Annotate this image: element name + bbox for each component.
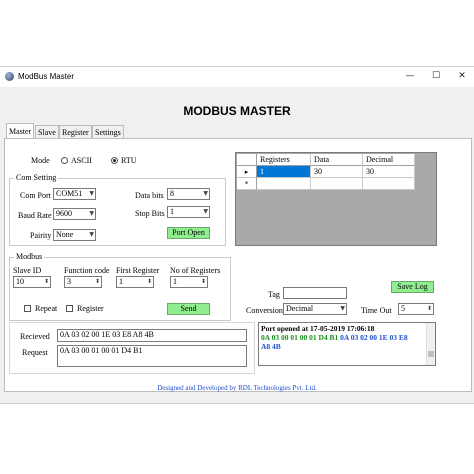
footer-credit: Designed and Developed by RDL Technologi… bbox=[157, 384, 317, 392]
pairity-select[interactable]: None ▼ bbox=[53, 229, 96, 241]
window-title: ModBus Master bbox=[18, 72, 75, 81]
scrollbar-thumb[interactable] bbox=[428, 351, 434, 357]
register-label: Register bbox=[77, 304, 104, 313]
recieved-field[interactable]: 0A 03 02 00 1E 03 E8 A8 4B bbox=[57, 329, 247, 342]
chevron-down-icon: ▼ bbox=[203, 208, 208, 215]
request-label: Request bbox=[22, 348, 48, 357]
conversion-select[interactable]: Decimal ▼ bbox=[283, 303, 347, 315]
new-row-cell[interactable] bbox=[363, 178, 415, 190]
spinner-icon: ⬍ bbox=[94, 278, 100, 285]
rtu-radio[interactable] bbox=[111, 157, 118, 164]
stop-bits-label: Stop Bits bbox=[135, 209, 165, 218]
time-out-label: Time Out bbox=[361, 306, 392, 315]
spinner-icon: ⬍ bbox=[43, 278, 49, 285]
new-row-cell[interactable] bbox=[257, 178, 311, 190]
conversion-label: Conversion bbox=[246, 306, 283, 315]
recieved-label: Recieved bbox=[20, 332, 50, 341]
port-open-button[interactable]: Port Open bbox=[167, 227, 210, 239]
slave-id-stepper[interactable]: 10 ⬍ bbox=[13, 276, 51, 288]
table-cell-decimal[interactable]: 30 bbox=[363, 166, 415, 178]
close-icon[interactable]: ✕ bbox=[452, 69, 472, 83]
page-title: MODBUS MASTER bbox=[183, 104, 291, 118]
first-register-stepper[interactable]: 1 ⬍ bbox=[116, 276, 154, 288]
tag-input[interactable] bbox=[283, 287, 347, 299]
ascii-radio[interactable] bbox=[61, 157, 68, 164]
modbus-title: Modbus bbox=[14, 252, 45, 261]
new-row-cell[interactable] bbox=[311, 178, 363, 190]
chevron-down-icon: ▼ bbox=[89, 190, 94, 197]
chevron-down-icon: ▼ bbox=[89, 210, 94, 217]
stop-bits-select[interactable]: 1 ▼ bbox=[167, 206, 210, 218]
column-header-data[interactable]: Data bbox=[311, 154, 363, 166]
repeat-checkbox[interactable] bbox=[24, 305, 31, 312]
spinner-icon: ⬍ bbox=[146, 278, 152, 285]
data-bits-label: Data bits bbox=[135, 191, 164, 200]
no-of-registers-label: No of Registers bbox=[170, 266, 221, 275]
column-header-decimal[interactable]: Decimal bbox=[363, 154, 415, 166]
grid-corner bbox=[237, 154, 257, 166]
tab-register[interactable]: Register bbox=[59, 125, 92, 139]
log-output[interactable]: Port opened at 17-05-2019 17:06:18 0A 03… bbox=[258, 322, 436, 366]
log-line: 0A 03 00 01 00 01 D4 B1 0A 03 02 00 1E 0… bbox=[261, 333, 408, 342]
save-log-button[interactable]: Save Log bbox=[391, 281, 434, 293]
tag-label: Tag bbox=[268, 290, 280, 299]
baud-rate-label: Baud Rate bbox=[18, 211, 52, 220]
tab-settings[interactable]: Settings bbox=[92, 125, 124, 139]
chevron-down-icon: ▼ bbox=[89, 231, 94, 238]
new-row-marker[interactable]: * bbox=[237, 178, 257, 190]
title-bar: ModBus Master — ☐ ✕ bbox=[0, 67, 474, 87]
current-row-marker[interactable]: ▸ bbox=[237, 166, 257, 178]
tab-master[interactable]: Master bbox=[6, 123, 35, 139]
log-line: Port opened at 17-05-2019 17:06:18 bbox=[261, 324, 375, 333]
no-of-registers-stepper[interactable]: 1 ⬍ bbox=[170, 276, 208, 288]
send-button[interactable]: Send bbox=[167, 303, 210, 315]
com-setting-title: Com Setting bbox=[14, 173, 59, 182]
slave-id-label: Slave ID bbox=[13, 266, 42, 275]
com-port-label: Com Port bbox=[20, 191, 51, 200]
registers-data-grid[interactable]: Registers Data Decimal ▸ 1 30 30 * bbox=[235, 152, 437, 246]
ascii-radio-label: ASCII bbox=[71, 156, 92, 165]
register-checkbox[interactable] bbox=[66, 305, 73, 312]
com-port-select[interactable]: COM51 ▼ bbox=[53, 188, 96, 200]
chevron-down-icon: ▼ bbox=[340, 305, 345, 312]
data-bits-select[interactable]: 8 ▼ bbox=[167, 188, 210, 200]
spinner-icon: ⬍ bbox=[200, 278, 206, 285]
repeat-label: Repeat bbox=[35, 304, 58, 313]
function-code-stepper[interactable]: 3 ⬍ bbox=[64, 276, 102, 288]
pairity-label: Pairity bbox=[30, 231, 52, 240]
minimize-icon[interactable]: — bbox=[400, 69, 420, 83]
table-cell-data[interactable]: 30 bbox=[311, 166, 363, 178]
rtu-radio-label: RTU bbox=[121, 156, 137, 165]
column-header-registers[interactable]: Registers bbox=[257, 154, 311, 166]
mode-label: Mode bbox=[31, 156, 50, 165]
function-code-label: Function code bbox=[64, 266, 110, 275]
chevron-down-icon: ▼ bbox=[203, 190, 208, 197]
tab-slave[interactable]: Slave bbox=[35, 125, 59, 139]
baud-rate-select[interactable]: 9600 ▼ bbox=[53, 208, 96, 220]
app-icon bbox=[5, 72, 14, 81]
log-scrollbar[interactable] bbox=[426, 323, 435, 365]
time-out-stepper[interactable]: 5 ⬍ bbox=[398, 303, 434, 315]
request-field[interactable]: 0A 03 00 01 00 01 D4 B1 bbox=[57, 345, 247, 367]
first-register-label: First Register bbox=[116, 266, 160, 275]
table-cell-registers[interactable]: 1 bbox=[257, 166, 311, 178]
log-line: A8 4B bbox=[261, 342, 281, 351]
spinner-icon: ⬍ bbox=[426, 305, 432, 312]
maximize-icon[interactable]: ☐ bbox=[426, 69, 446, 83]
